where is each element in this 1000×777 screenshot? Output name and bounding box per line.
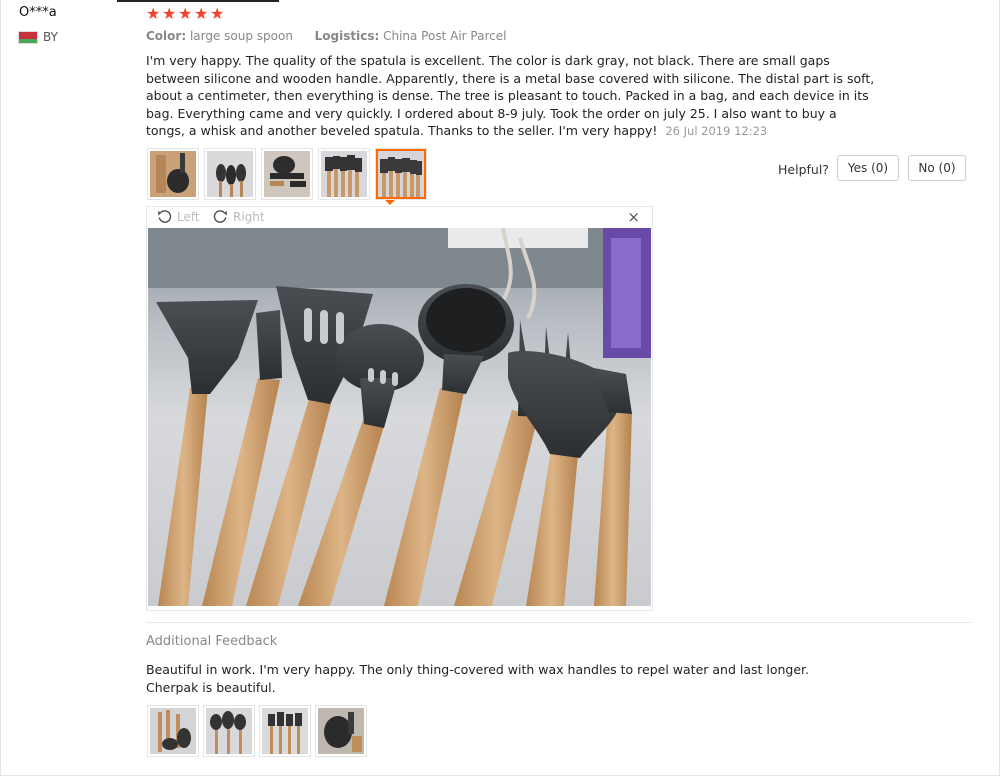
logistics-label: Logistics:	[314, 29, 380, 43]
star-icon: ★	[162, 4, 178, 23]
rotate-right-icon	[213, 210, 228, 223]
rotate-right-label: Right	[233, 209, 265, 224]
rotate-right-button[interactable]: Right	[213, 209, 265, 224]
star-icon: ★	[194, 4, 210, 23]
selected-thumbnail-caret	[385, 200, 395, 205]
header-underline	[117, 0, 279, 2]
photo-thumbnail[interactable]	[316, 706, 366, 756]
additional-feedback-line: Cherpak is beautiful.	[146, 680, 276, 695]
rotate-left-label: Left	[177, 209, 200, 224]
additional-feedback-title: Additional Feedback	[146, 634, 278, 649]
review-date: 26 Jul 2019 12:23	[665, 124, 768, 138]
photo-viewer-toolbar: Left Right ×	[147, 207, 652, 227]
reviewer-country: BY	[19, 30, 58, 44]
star-icon: ★	[178, 4, 194, 23]
star-icon: ★	[210, 4, 226, 23]
reviewer-name: O***a	[19, 5, 57, 20]
section-divider	[146, 622, 972, 623]
photo-thumbnail[interactable]	[148, 706, 198, 756]
helpful-yes-button[interactable]: Yes (0)	[837, 155, 899, 181]
photo-thumbnail[interactable]	[205, 149, 255, 199]
photo-thumbnail[interactable]	[319, 149, 369, 199]
review-body: I'm very happy. The quality of the spatu…	[146, 52, 876, 141]
close-icon[interactable]: ×	[627, 208, 640, 226]
photo-thumbnail[interactable]	[262, 149, 312, 199]
additional-feedback-line: Beautiful in work. I'm very happy. The o…	[146, 662, 810, 677]
color-label: Color:	[146, 29, 187, 43]
additional-photo-thumbnails	[148, 706, 372, 756]
rotate-left-icon	[157, 210, 172, 223]
photo-thumbnail[interactable]	[204, 706, 254, 756]
kitchen-utensils-photo	[148, 228, 651, 606]
logistics-value: China Post Air Parcel	[383, 29, 507, 43]
photo-viewer: Left Right ×	[146, 206, 653, 611]
star-icon: ★	[146, 4, 162, 23]
color-value: large soup spoon	[189, 29, 293, 43]
order-attributes: Color: large soup spoon Logistics: China…	[146, 29, 506, 43]
belarus-flag-icon	[19, 31, 37, 43]
photo-thumbnail-selected[interactable]	[376, 149, 426, 199]
photo-thumbnail[interactable]	[148, 149, 198, 199]
country-code: BY	[43, 30, 58, 44]
star-rating: ★★★★★	[146, 4, 226, 23]
helpful-no-button[interactable]: No (0)	[908, 155, 966, 181]
review-photo-thumbnails	[148, 149, 433, 199]
additional-feedback-text: Beautiful in work. I'm very happy. The o…	[146, 661, 846, 697]
helpful-label: Helpful?	[778, 162, 829, 177]
rotate-left-button[interactable]: Left	[157, 209, 200, 224]
photo-thumbnail[interactable]	[260, 706, 310, 756]
